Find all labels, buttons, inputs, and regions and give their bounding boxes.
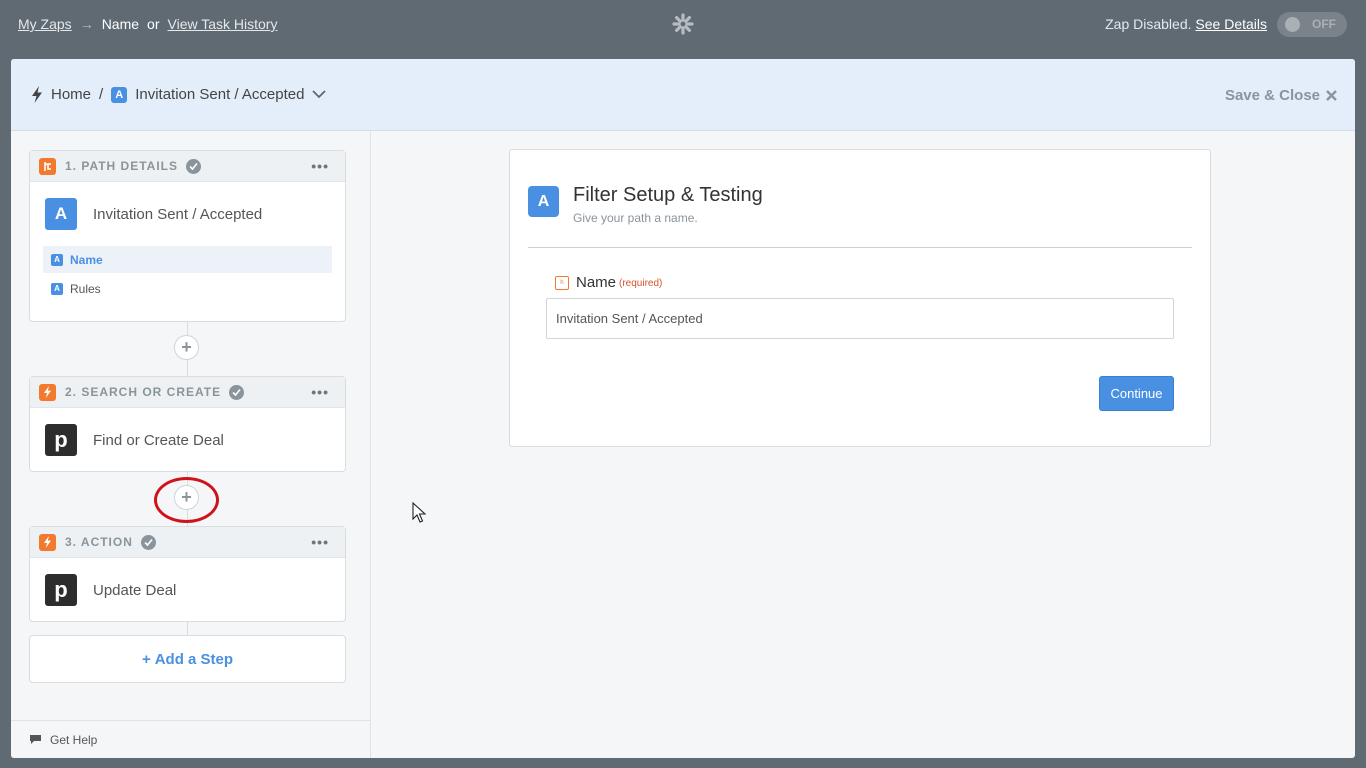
path-icon xyxy=(39,157,56,175)
add-step-plus-button[interactable]: + xyxy=(174,335,199,360)
step-title: Invitation Sent / Accepted xyxy=(93,205,263,223)
step-body: p Find or Create Deal xyxy=(30,408,345,472)
current-step-label: Name xyxy=(101,16,140,32)
zapier-asterisk-icon[interactable] xyxy=(672,13,694,35)
substep-label: Name xyxy=(70,252,103,267)
editor-breadcrumb: Home / A Invitation Sent / Accepted xyxy=(31,86,327,103)
bolt-icon xyxy=(39,533,56,551)
view-task-history-link[interactable]: View Task History xyxy=(168,16,278,32)
save-close-label: Save & Close xyxy=(1224,87,1320,104)
name-field-label: ʰ Name (required) xyxy=(555,274,662,291)
arrow-separator: → xyxy=(79,16,94,32)
editor-header: Home / A Invitation Sent / Accepted Save… xyxy=(11,59,1355,131)
step-card-2[interactable]: 2. SEARCH OR CREATE ••• p Find or Create… xyxy=(29,376,346,472)
step-header-label: 3. ACTION xyxy=(65,535,133,549)
zap-status: Zap Disabled. See Details xyxy=(1105,16,1267,32)
editor-window: Home / A Invitation Sent / Accepted Save… xyxy=(11,59,1355,758)
add-step-label: Add a Step xyxy=(154,650,234,668)
more-options-icon[interactable]: ••• xyxy=(311,534,329,550)
toggle-label: OFF xyxy=(1312,17,1336,31)
path-name-input[interactable] xyxy=(546,298,1174,339)
get-help-button[interactable]: Get Help xyxy=(11,720,370,758)
connector-line xyxy=(187,622,188,635)
step-title: Find or Create Deal xyxy=(93,431,224,449)
pipedrive-app-icon: p xyxy=(45,424,77,456)
substep-rules[interactable]: A Rules xyxy=(43,275,332,302)
step-header-label: 2. SEARCH OR CREATE xyxy=(65,385,222,399)
panel-subtitle: Give your path a name. xyxy=(573,211,698,225)
divider xyxy=(528,247,1192,248)
home-link[interactable]: Home xyxy=(51,86,91,103)
step-header-label: 1. PATH DETAILS xyxy=(65,159,179,173)
path-a-badge: A xyxy=(111,86,128,103)
bolt-icon xyxy=(39,383,56,401)
step-title: Update Deal xyxy=(93,581,177,599)
step-header: 1. PATH DETAILS ••• xyxy=(30,151,345,182)
substep-badge: A xyxy=(51,253,63,266)
path-a-app-icon: A xyxy=(45,198,77,230)
save-close-button[interactable]: Save & Close xyxy=(1225,87,1337,104)
substep-name[interactable]: A Name xyxy=(43,246,332,273)
step-card-1[interactable]: 1. PATH DETAILS ••• A Invitation Sent / … xyxy=(29,150,346,322)
step-body: A Invitation Sent / Accepted xyxy=(30,182,345,246)
step-header: 3. ACTION ••• xyxy=(30,527,345,558)
mouse-cursor-icon xyxy=(412,502,426,523)
zap-status-text: Zap Disabled. xyxy=(1105,16,1192,32)
see-details-link[interactable]: See Details xyxy=(1195,16,1267,32)
pipedrive-app-icon: p xyxy=(45,574,77,606)
step-body: p Update Deal xyxy=(30,558,345,622)
substep-label: Rules xyxy=(70,281,101,296)
path-a-badge-large: A xyxy=(528,186,559,217)
my-zaps-link[interactable]: My Zaps xyxy=(18,16,72,32)
required-tag: (required) xyxy=(619,278,663,289)
add-a-step-button[interactable]: + Add a Step xyxy=(29,635,346,683)
path-field-icon: ʰ xyxy=(555,275,569,290)
top-bar: My Zaps → Name or View Task History Zap … xyxy=(0,0,1366,49)
step-card-3[interactable]: 3. ACTION ••• p Update Deal xyxy=(29,526,346,622)
chevron-down-icon[interactable] xyxy=(312,90,327,99)
check-icon xyxy=(186,158,202,174)
check-icon xyxy=(140,534,156,550)
breadcrumb-separator: / xyxy=(99,86,104,103)
zap-on-off-toggle[interactable]: OFF xyxy=(1277,12,1347,37)
plus-icon: + xyxy=(141,650,151,668)
field-label-text: Name xyxy=(576,274,617,291)
chat-bubble-icon xyxy=(30,735,41,744)
step-header: 2. SEARCH OR CREATE ••• xyxy=(30,377,345,408)
substep-badge: A xyxy=(51,282,63,295)
continue-button[interactable]: Continue xyxy=(1099,376,1174,411)
toggle-knob xyxy=(1285,17,1300,32)
highlight-ring xyxy=(154,477,219,523)
get-help-label: Get Help xyxy=(50,732,98,747)
steps-sidebar: 1. PATH DETAILS ••• A Invitation Sent / … xyxy=(11,131,371,758)
filter-setup-panel: A Filter Setup & Testing Give your path … xyxy=(509,149,1211,447)
bolt-icon xyxy=(32,86,42,103)
check-icon xyxy=(229,384,245,400)
path-name-dropdown[interactable]: Invitation Sent / Accepted xyxy=(135,86,304,103)
more-options-icon[interactable]: ••• xyxy=(311,384,329,400)
top-breadcrumb: My Zaps → Name or View Task History xyxy=(18,16,277,32)
panel-title: Filter Setup & Testing xyxy=(573,184,763,206)
close-icon xyxy=(1326,90,1337,101)
more-options-icon[interactable]: ••• xyxy=(311,158,329,174)
or-text: or xyxy=(147,16,160,32)
